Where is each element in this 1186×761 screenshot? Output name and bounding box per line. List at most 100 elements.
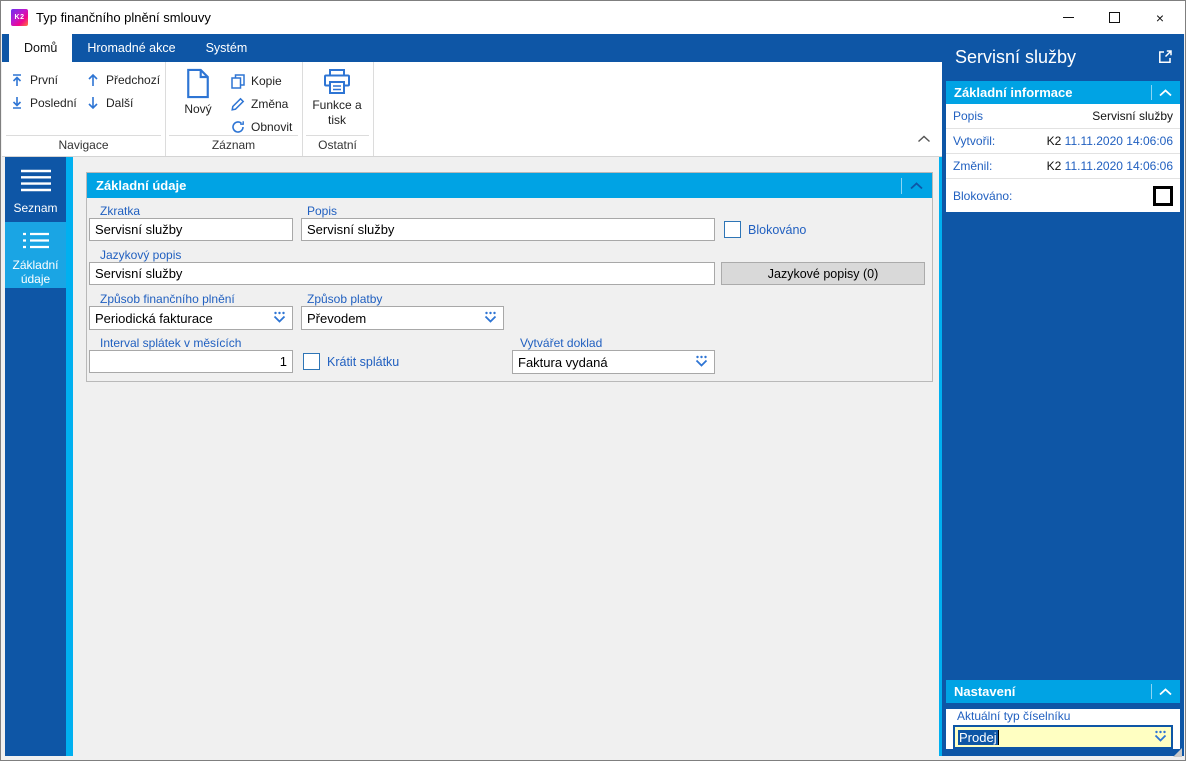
copy-button[interactable]: Kopie [231, 70, 282, 92]
kratit-splatku-checkbox[interactable] [303, 353, 320, 370]
first-label: První [30, 73, 59, 87]
zmenil-datetime: 11.11.2020 14:06:06 [1064, 159, 1173, 173]
last-button[interactable]: Poslední [10, 92, 77, 114]
ribbon-group-navigace: První Poslední Předchozí Další Navigace [2, 62, 166, 156]
status-strip [2, 756, 1184, 759]
ribbon-group-zaznam: Nový Kopie Změna Obnovit Záznam [165, 62, 303, 156]
minimize-icon [1062, 17, 1074, 18]
nastaveni-section-title: Nastavení [954, 684, 1016, 699]
sidebar-item-seznam[interactable]: Seznam [5, 159, 66, 222]
info-row-vytvoril: Vytvořil: K2 11.11.2020 14:06:06 [946, 129, 1180, 154]
popis-label: Popis [307, 204, 338, 218]
right-panel: Servisní služby Základní informace Popis… [942, 36, 1184, 758]
zpusob-plneni-label: Způsob finančního plnění [100, 292, 235, 306]
info-section-header[interactable]: Základní informace [946, 81, 1180, 104]
previous-button[interactable]: Předchozí [86, 69, 160, 91]
blokovano-row-label: Blokováno: [953, 188, 1013, 203]
tab-hromadne-akce[interactable]: Hromadné akce [72, 34, 190, 62]
tab-system[interactable]: Systém [191, 34, 263, 62]
nastaveni-section-header[interactable]: Nastavení [946, 680, 1180, 703]
functions-print-button[interactable]: Funkce a tisk [305, 68, 369, 128]
zpusob-platby-value: Převodem [307, 310, 367, 326]
collapse-section-chevron-icon[interactable] [1159, 84, 1172, 102]
ribbon: První Poslední Předchozí Další Navigace … [2, 62, 945, 157]
aktualni-typ-dropdown[interactable]: Prodej [953, 725, 1173, 749]
minimize-button[interactable] [1045, 1, 1091, 34]
zpusob-platby-label: Způsob platby [307, 292, 383, 306]
form-section-header[interactable]: Základní údaje [87, 173, 932, 198]
new-button[interactable]: Nový [175, 68, 221, 116]
sidebar-item-label: Seznam [13, 201, 58, 215]
blokovano-checkbox[interactable] [724, 221, 741, 238]
app-window: K2 Typ finančního plnění smlouvy × Domů … [0, 0, 1186, 761]
info-section: Základní informace Popis Servisní služby… [946, 81, 1180, 212]
maximize-button[interactable] [1091, 1, 1137, 34]
interval-label: Interval splátek v měsících [100, 336, 242, 350]
group-label-navigace: Navigace [6, 135, 161, 155]
first-button[interactable]: První [10, 69, 58, 91]
printer-icon [322, 68, 352, 96]
blokovano-panel-checkbox[interactable] [1153, 185, 1173, 206]
collapse-section-chevron-icon[interactable] [910, 177, 923, 195]
resize-grip[interactable] [1173, 748, 1182, 757]
vytvaret-doklad-label: Vytvářet doklad [520, 336, 603, 350]
sidebar-item-label: Základní údaje [12, 258, 59, 286]
collapse-section-chevron-icon[interactable] [1159, 683, 1172, 701]
header-divider [1151, 684, 1152, 699]
info-row-popis: Popis Servisní služby [946, 104, 1180, 129]
vytvoril-datetime: 11.11.2020 14:06:06 [1064, 134, 1173, 148]
right-panel-title: Servisní služby [955, 47, 1077, 67]
dropdown-icon [694, 355, 709, 370]
ribbon-group-ostatni: Funkce a tisk Ostatní [302, 62, 374, 156]
previous-label: Předchozí [106, 73, 161, 87]
kratit-splatku-label: Krátit splátku [327, 355, 400, 369]
jazykovy-popis-input[interactable] [89, 262, 715, 285]
window-controls: × [1045, 1, 1183, 34]
info-row-blokovano: Blokováno: [946, 179, 1180, 212]
next-label: Další [106, 96, 134, 110]
new-document-icon [185, 68, 211, 99]
form-panel: Základní údaje Zkratka Popis Blokováno J… [86, 172, 933, 382]
popis-row-value: Servisní služby [1092, 109, 1173, 123]
k2-logo-icon[interactable]: K2 [11, 9, 28, 26]
popis-input[interactable] [301, 218, 715, 241]
vytvaret-doklad-value: Faktura vydaná [518, 354, 608, 370]
arrow-to-bottom-icon [10, 96, 24, 110]
last-label: Poslední [30, 96, 77, 110]
close-button[interactable]: × [1137, 1, 1183, 34]
refresh-icon [231, 120, 245, 134]
dropdown-icon [272, 311, 287, 326]
sidebar-item-zakladni-udaje[interactable]: Základní údaje [5, 222, 66, 288]
arrow-to-top-icon [10, 73, 24, 87]
jazykove-popisy-button[interactable]: Jazykové popisy (0) [721, 262, 925, 285]
arrow-up-icon [86, 73, 100, 87]
info-row-zmenil: Změnil: K2 11.11.2020 14:06:06 [946, 154, 1180, 179]
copy-icon [231, 73, 245, 89]
tab-domu[interactable]: Domů [9, 34, 73, 62]
collapse-ribbon-chevron-icon[interactable] [917, 130, 931, 148]
maximize-icon [1108, 12, 1120, 23]
zmenil-row-value: K2 11.11.2020 14:06:06 [1047, 159, 1173, 173]
next-button[interactable]: Další [86, 92, 133, 114]
zkratka-label: Zkratka [100, 204, 141, 218]
form-body: Zkratka Popis Blokováno Jazykový popis J… [87, 198, 932, 382]
zpusob-platby-dropdown[interactable]: Převodem [301, 306, 504, 330]
titlebar: K2 Typ finančního plnění smlouvy × [1, 1, 1185, 34]
vytvaret-doklad-dropdown[interactable]: Faktura vydaná [512, 350, 715, 374]
arrow-down-icon [86, 96, 100, 110]
left-sidebar: Seznam Základní údaje [5, 157, 66, 756]
zpusob-plneni-dropdown[interactable]: Periodická fakturace [89, 306, 293, 330]
functions-print-label: Funkce a tisk [312, 98, 362, 127]
aktualni-typ-value: Prodej [958, 729, 998, 745]
open-external-icon[interactable] [1157, 49, 1173, 70]
change-button[interactable]: Změna [231, 93, 288, 115]
list-icon [5, 232, 66, 252]
pencil-icon [231, 97, 245, 111]
dropdown-icon [1153, 730, 1168, 745]
vytvoril-user: K2 [1046, 134, 1062, 148]
form-section-title: Základní údaje [96, 178, 187, 193]
new-label: Nový [184, 102, 212, 116]
zkratka-input[interactable] [89, 218, 293, 241]
interval-input[interactable] [89, 350, 293, 373]
group-label-zaznam: Záznam [169, 135, 298, 155]
